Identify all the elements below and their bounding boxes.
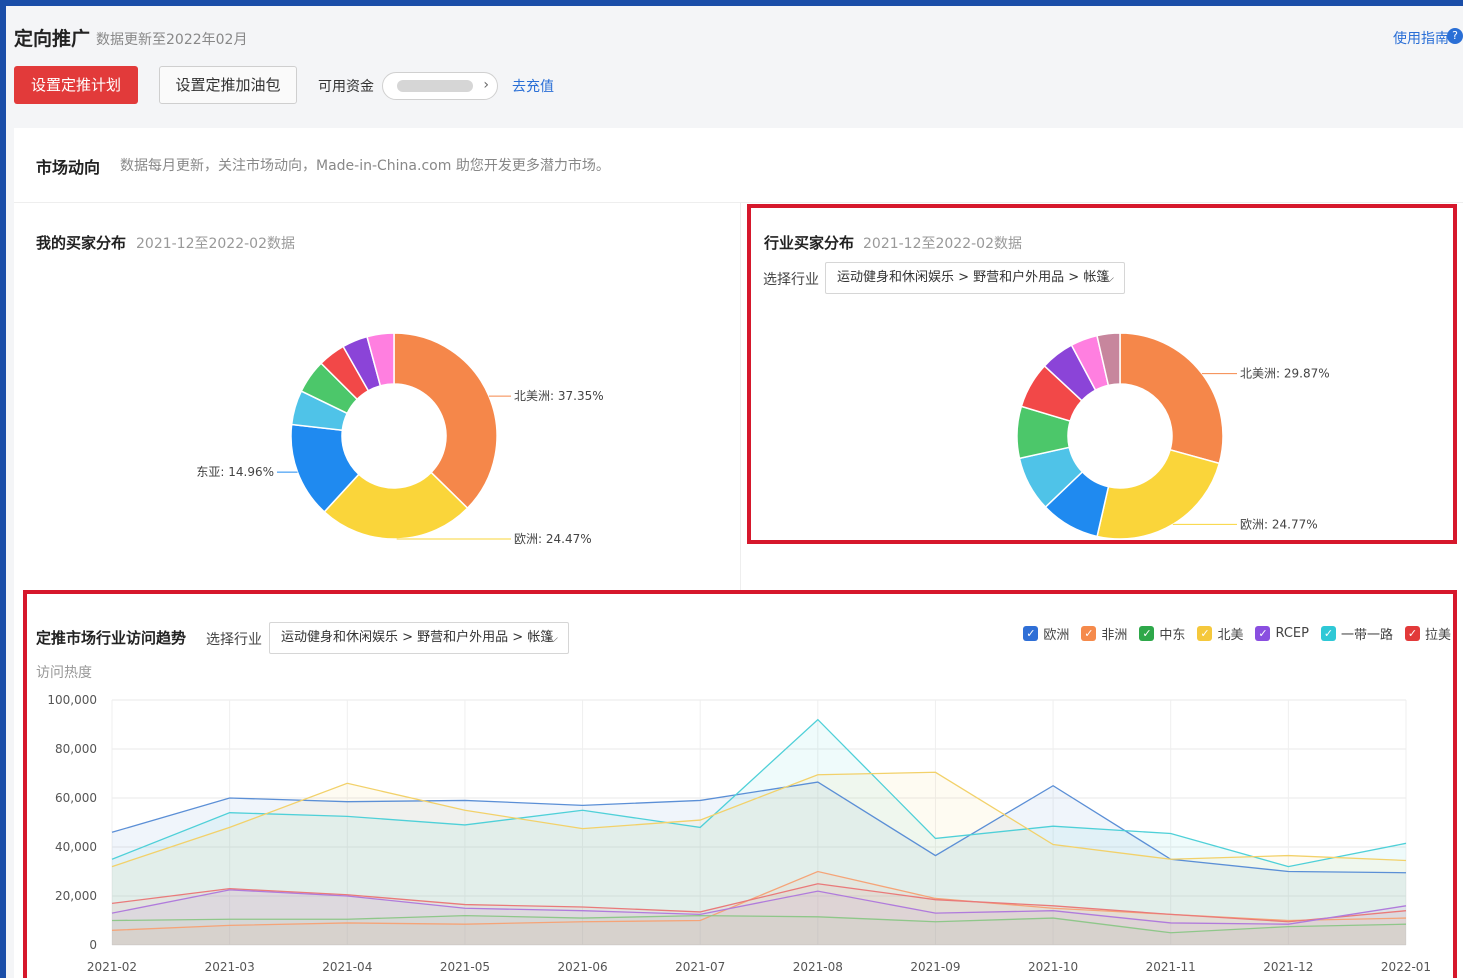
trend-area-chart: 0 20,000 40,000 60,000 80,000 100,000 2021-02 2… [47, 693, 1431, 974]
x-tick-label: 2021-12 [1263, 960, 1313, 974]
chevron-down-icon: ⌵ [548, 631, 558, 645]
trend-title: 定推市场行业访问趋势 [36, 629, 187, 647]
my-buyers-donut-chart: 北美洲: 37.35% 欧洲: 24.47% 东亚: 14.96% [196, 332, 604, 546]
industry-select-value: 运动健身和休闲娱乐 > 野营和户外用品 > 帐篷 [837, 270, 1110, 285]
y-tick-label: 40,000 [55, 840, 97, 854]
slice-label: 北美洲: 29.87% [1240, 367, 1330, 381]
checkbox-icon[interactable]: ✓ [1404, 625, 1420, 641]
market-title: 市场动向 [36, 158, 101, 177]
available-funds-pill[interactable]: › [382, 72, 498, 100]
donut-slice[interactable] [1096, 448, 1221, 540]
donut-slice[interactable] [1119, 332, 1224, 465]
x-tick-label: 2021-06 [557, 960, 607, 974]
trend-legend: ✓ 欧洲 ✓ 非洲 ✓ 中东 ✓ 北美 ✓ RCEP ✓ 一带一路 ✓ 拉美 [1023, 623, 1451, 643]
x-tick-label: 2021-09 [910, 960, 960, 974]
legend-label: 北美 [1217, 627, 1244, 643]
x-tick-label: 2021-10 [1028, 960, 1078, 974]
legend-item[interactable]: ✓ 非洲 [1081, 624, 1127, 643]
guide-link[interactable]: 使用指南 [1393, 28, 1449, 48]
checkbox-icon[interactable]: ✓ [1320, 625, 1336, 641]
divider [740, 203, 741, 593]
slice-label: 东亚: 14.96% [196, 465, 274, 479]
trend-industry-select[interactable]: 运动健身和休闲娱乐 > 野营和户外用品 > 帐篷 ⌵ [269, 622, 569, 654]
slice-label: 欧洲: 24.47% [514, 532, 592, 546]
x-tick-label: 2021-08 [793, 960, 843, 974]
market-section-header: 市场动向 数据每月更新，关注市场动向，Made-in-China.com 助您开… [14, 128, 1463, 203]
x-tick-label: 2022-01 [1381, 960, 1431, 974]
legend-label: 欧洲 [1043, 627, 1070, 643]
slice-label: 欧洲: 24.77% [1240, 517, 1318, 531]
y-tick-label: 60,000 [55, 791, 97, 805]
x-tick-label: 2021-07 [675, 960, 725, 974]
app-panel: 定向推广 数据更新至2022年02月 使用指南 ? 设置定推计划 设置定推加油包… [6, 6, 1463, 978]
trend-select-label: 选择行业 [206, 632, 262, 648]
legend-label: RCEP [1275, 625, 1309, 641]
x-tick-label: 2021-05 [440, 960, 490, 974]
industry-buyers-donut-chart: 北美洲: 29.87% 欧洲: 24.77% [1016, 332, 1330, 540]
trend-select-value: 运动健身和休闲娱乐 > 野营和户外用品 > 帐篷 [281, 630, 554, 645]
y-tick-label: 80,000 [55, 742, 97, 756]
x-tick-label: 2021-04 [322, 960, 372, 974]
checkbox-icon[interactable]: ✓ [1197, 625, 1213, 641]
legend-item[interactable]: ✓ 一带一路 [1320, 624, 1393, 643]
legend-item[interactable]: ✓ 拉美 [1404, 624, 1451, 643]
industry-select[interactable]: 运动健身和休闲娱乐 > 野营和户外用品 > 帐篷 ⌵ [825, 262, 1125, 294]
my-buyers-range: 2021-12至2022-02数据 [136, 236, 295, 252]
x-tick-label: 2021-03 [205, 960, 255, 974]
my-buyers-title: 我的买家分布 [36, 234, 127, 252]
market-description: 数据每月更新，关注市场动向，Made-in-China.com 助您开发更多潜力… [120, 158, 610, 174]
available-funds-label: 可用资金 [318, 79, 374, 95]
chevron-right-icon: › [483, 77, 489, 93]
legend-item[interactable]: ✓ 北美 [1197, 624, 1243, 643]
checkbox-icon[interactable]: ✓ [1023, 625, 1039, 641]
checkbox-icon[interactable]: ✓ [1139, 625, 1155, 641]
help-icon[interactable]: ? [1447, 28, 1463, 44]
set-plan-button[interactable]: 设置定推计划 [14, 66, 138, 104]
data-update-note: 数据更新至2022年02月 [96, 32, 248, 48]
set-boost-pack-button[interactable]: 设置定推加油包 [159, 66, 297, 104]
x-tick-label: 2021-11 [1146, 960, 1196, 974]
legend-label: 拉美 [1424, 627, 1451, 643]
chevron-down-icon: ⌵ [1104, 271, 1114, 285]
legend-label: 一带一路 [1340, 627, 1393, 643]
legend-item[interactable]: ✓ 中东 [1139, 624, 1185, 643]
page-title: 定向推广 [14, 28, 91, 50]
legend-label: 中东 [1159, 627, 1186, 643]
recharge-link[interactable]: 去充值 [512, 76, 554, 96]
checkbox-icon[interactable]: ✓ [1081, 625, 1097, 641]
industry-buyers-title: 行业买家分布 [764, 234, 855, 252]
donut-slice[interactable] [393, 332, 498, 510]
y-tick-label: 100,000 [47, 693, 97, 707]
y-tick-label: 0 [89, 938, 97, 952]
funds-amount-redacted [397, 80, 473, 92]
content-area: 市场动向 数据每月更新，关注市场动向，Made-in-China.com 助您开… [14, 128, 1463, 978]
page-header: 定向推广 数据更新至2022年02月 使用指南 ? 设置定推计划 设置定推加油包… [6, 6, 1463, 128]
legend-item[interactable]: ✓ RCEP [1255, 625, 1309, 641]
slice-label: 北美洲: 37.35% [514, 389, 604, 403]
industry-buyers-range: 2021-12至2022-02数据 [863, 236, 1022, 252]
checkbox-icon[interactable]: ✓ [1255, 625, 1271, 641]
legend-label: 非洲 [1101, 627, 1128, 643]
y-tick-label: 20,000 [55, 889, 97, 903]
legend-item[interactable]: ✓ 欧洲 [1023, 624, 1069, 643]
industry-select-label: 选择行业 [763, 272, 819, 288]
x-tick-label: 2021-02 [87, 960, 137, 974]
